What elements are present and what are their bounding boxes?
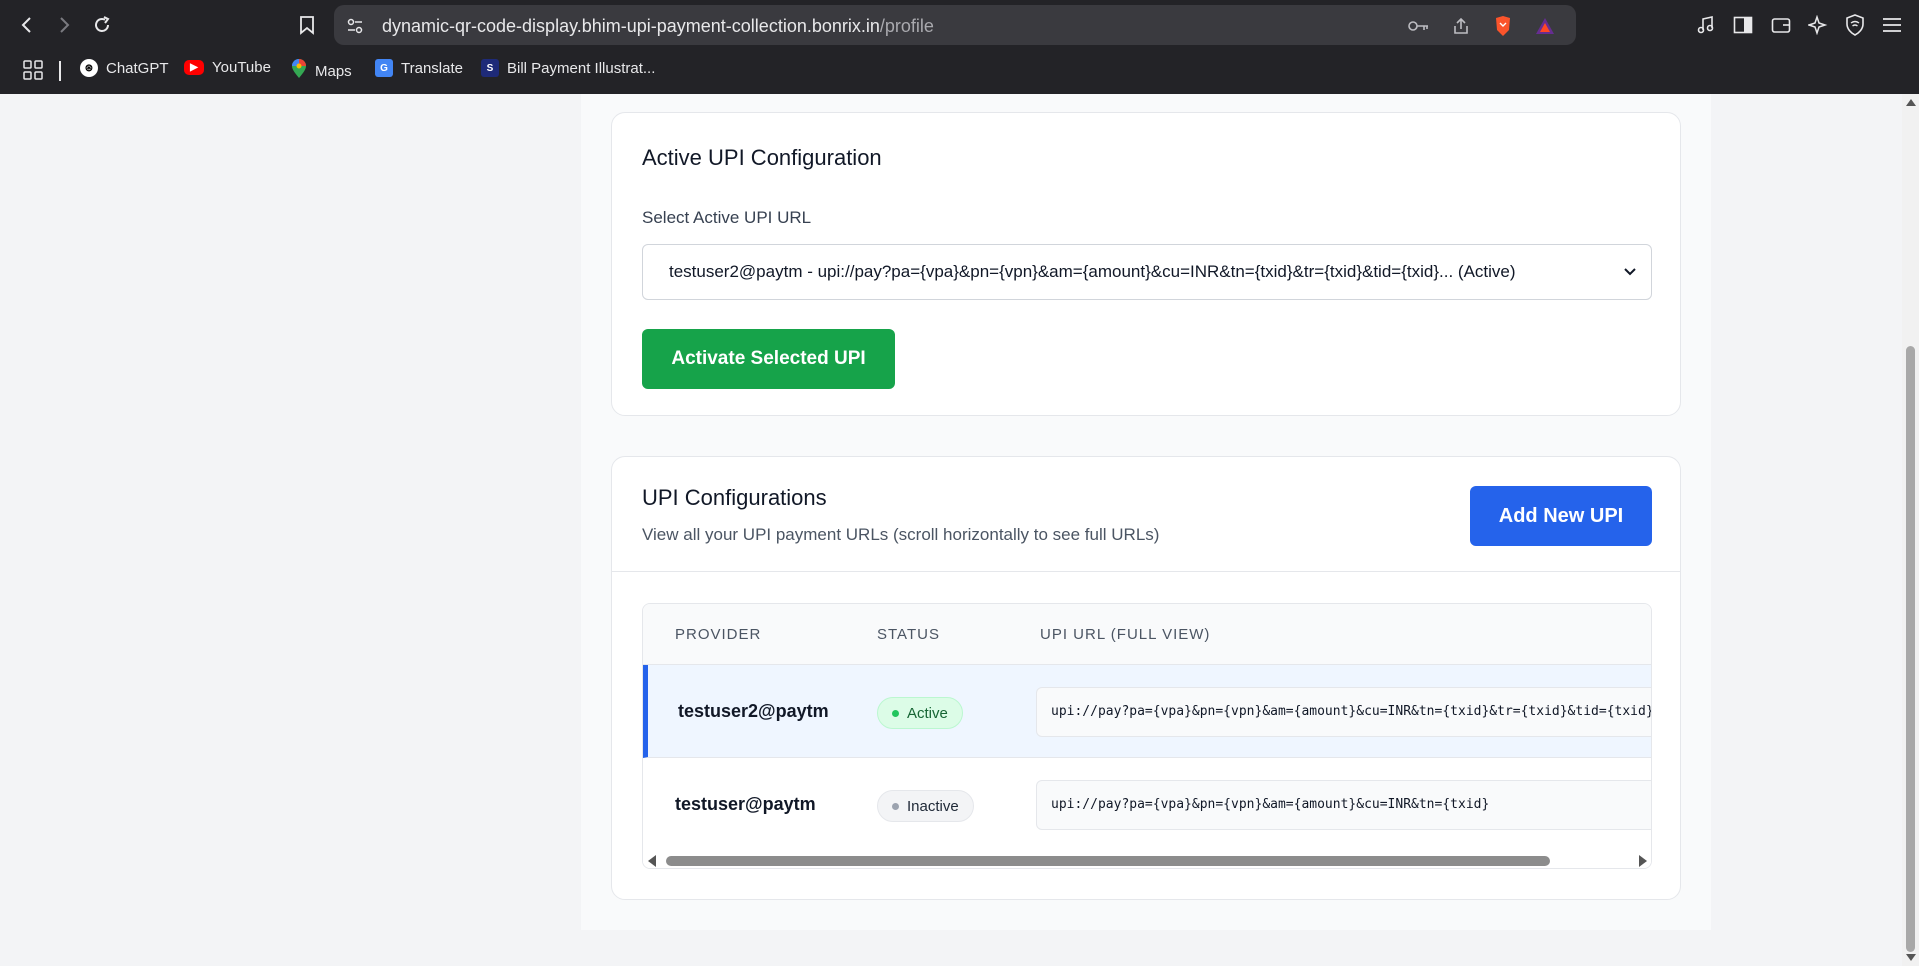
add-new-upi-button[interactable]: Add New UPI [1470,486,1652,546]
bookmark-label: YouTube [212,59,271,76]
leo-ai-icon[interactable] [1806,13,1830,37]
sidebar-icon[interactable] [1731,13,1755,37]
status-text: Active [907,704,948,722]
scroll-left-icon[interactable] [648,855,656,867]
provider-cell: testuser2@paytm [678,701,829,721]
bookmark-label: Translate [401,59,463,77]
status-badge: Inactive [877,790,974,822]
bookmarks-bar: ⊛ ChatGPT ▶ YouTube Maps G Translate S B… [0,53,1919,87]
chevron-down-icon [1621,263,1639,281]
url-cell[interactable]: upi://pay?pa={vpa}&pn={vpn}&am={amount}&… [1036,780,1651,830]
youtube-icon: ▶ [184,60,204,75]
bookmark-translate[interactable]: G Translate [375,59,463,77]
selected-value: testuser2@paytm - upi://pay?pa={vpa}&pn=… [669,262,1516,281]
brave-shields-icon[interactable] [1492,15,1514,37]
wallet-icon[interactable] [1769,13,1793,37]
menu-icon[interactable] [1880,13,1904,37]
scroll-up-icon[interactable] [1906,99,1916,106]
page-viewport: Active UPI Configuration Select Active U… [0,94,1902,966]
table-row[interactable]: testuser2@paytm Active upi://pay?pa={vpa… [643,665,1652,758]
horizontal-scrollbar[interactable] [643,850,1651,868]
bookmark-label: Bill Payment Illustrat... [507,59,656,77]
upi-table[interactable]: PROVIDER STATUS UPI URL (FULL VIEW) test… [642,603,1652,869]
upi-configurations-title: UPI Configurations [642,485,827,510]
maps-icon [291,59,307,83]
upi-configurations-subtitle: View all your UPI payment URLs (scroll h… [642,525,1160,544]
browser-chrome: dynamic-qr-code-display.bhim-upi-payment… [0,0,1919,94]
bookmark-divider [59,61,61,81]
status-dot [892,709,899,717]
card-header: UPI Configurations View all your UPI pay… [612,457,1680,572]
address-bar[interactable]: dynamic-qr-code-display.bhim-upi-payment… [334,5,1576,45]
url-host: dynamic-qr-code-display.bhim-upi-payment… [382,16,880,36]
apps-icon[interactable] [22,59,44,81]
table-header: PROVIDER STATUS UPI URL (FULL VIEW) [643,604,1651,665]
active-upi-select[interactable]: testuser2@paytm - upi://pay?pa={vpa}&pn=… [642,244,1652,300]
upi-configurations-card: UPI Configurations View all your UPI pay… [611,456,1681,900]
back-icon[interactable] [12,10,42,40]
select-label: Select Active UPI URL [642,208,812,227]
forward-icon[interactable] [49,10,79,40]
url-code: upi://pay?pa={vpa}&pn={vpn}&am={amount}&… [1051,797,1490,812]
url-code: upi://pay?pa={vpa}&pn={vpn}&am={amount}&… [1051,704,1652,719]
brave-rewards-icon[interactable] [1534,15,1556,37]
bookmark-label: Maps [315,62,352,80]
bookmark-youtube[interactable]: ▶ YouTube [184,59,271,76]
bookmark-label: ChatGPT [106,59,169,77]
scroll-right-icon[interactable] [1639,855,1647,867]
share-icon[interactable] [1450,15,1472,37]
url-text: dynamic-qr-code-display.bhim-upi-payment… [382,16,934,37]
active-config-title: Active UPI Configuration [642,145,882,170]
bill-payment-icon: S [481,59,499,77]
status-badge: Active [877,697,963,729]
status-text: Inactive [907,797,959,815]
provider-cell: testuser@paytm [675,794,816,814]
media-icon[interactable] [1694,13,1718,37]
active-config-card: Active UPI Configuration Select Active U… [611,112,1681,416]
column-header-provider: PROVIDER [675,626,762,643]
scrollbar-thumb[interactable] [1906,346,1915,952]
bookmark-bill-payment[interactable]: S Bill Payment Illustrat... [481,59,655,77]
key-icon[interactable] [1408,15,1430,37]
column-header-status: STATUS [877,626,940,643]
status-dot [892,802,899,810]
scrollbar-thumb[interactable] [666,856,1550,866]
chatgpt-icon: ⊛ [80,59,98,77]
translate-icon: G [375,59,393,77]
url-cell[interactable]: upi://pay?pa={vpa}&pn={vpn}&am={amount}&… [1036,687,1652,737]
site-settings-icon[interactable] [344,15,366,37]
table-row[interactable]: testuser@paytm Inactive upi://pay?pa={vp… [643,758,1651,851]
scroll-down-icon[interactable] [1906,954,1916,961]
activate-selected-upi-button[interactable]: Activate Selected UPI [642,329,895,389]
bookmark-chatgpt[interactable]: ⊛ ChatGPT [80,59,169,77]
bookmark-icon[interactable] [292,10,322,40]
vpn-shield-icon[interactable] [1843,13,1867,37]
bookmark-maps[interactable]: Maps [291,59,352,83]
column-header-url: UPI URL (FULL VIEW) [1040,626,1211,643]
vertical-scrollbar[interactable] [1902,94,1919,966]
reload-icon[interactable] [87,10,117,40]
url-path: /profile [879,16,934,36]
